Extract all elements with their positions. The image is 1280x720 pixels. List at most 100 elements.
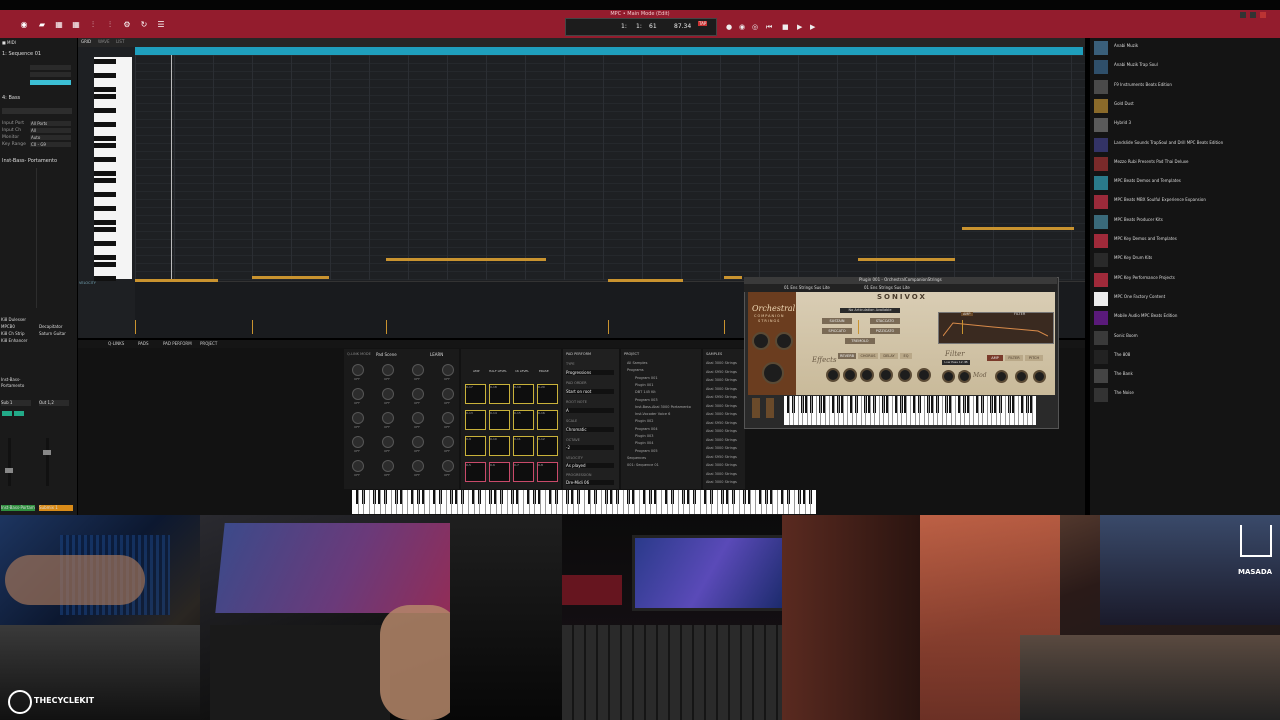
lfo-amp-tab[interactable]: AMP xyxy=(987,355,1003,361)
midi-note[interactable] xyxy=(135,279,218,282)
pad-header-2[interactable]: 16 LEVEL xyxy=(515,369,529,373)
insert-1[interactable]: Saturn Guitar xyxy=(39,331,75,337)
pad-header-1[interactable]: HALF LEVEL xyxy=(489,369,507,373)
order-select[interactable]: Start on root xyxy=(566,389,614,394)
black-key[interactable] xyxy=(94,157,116,162)
tab-wave[interactable]: WAVE xyxy=(98,39,109,44)
fader-track-1[interactable] xyxy=(5,438,13,486)
expansion-item[interactable]: Sonic Boom xyxy=(1094,330,1274,349)
art-pizzicato[interactable]: PIZZICATO xyxy=(870,328,900,334)
black-key[interactable] xyxy=(94,59,116,64)
expansion-item[interactable]: Mobile Audio MPC Beats Edition xyxy=(1094,311,1274,329)
channel-1[interactable]: MPCB0 xyxy=(1,324,37,330)
expansion-item[interactable]: Landslide Sounds TrapSoul and Drill MPC … xyxy=(1094,137,1274,156)
art-sustain[interactable]: SUSTAIN xyxy=(822,318,852,324)
bpm-field[interactable] xyxy=(30,72,71,77)
black-key[interactable] xyxy=(94,220,116,225)
expansion-item[interactable]: MPC Key Performance Projects xyxy=(1094,272,1274,291)
filter-knob[interactable] xyxy=(958,370,971,383)
type-select[interactable]: Progressions xyxy=(566,370,614,375)
expansion-item[interactable]: Gold Dust xyxy=(1094,98,1274,117)
inspector-tab[interactable]: ■ MIDI xyxy=(2,40,16,45)
filter-knob[interactable] xyxy=(942,370,955,383)
tab-grid[interactable]: GRID xyxy=(81,39,91,44)
qlink-knob[interactable] xyxy=(382,364,394,376)
qlink-knob[interactable] xyxy=(442,436,454,448)
mod-wheel[interactable] xyxy=(766,398,774,418)
sample-item[interactable]: Akai 3000 Strings xyxy=(706,387,737,391)
sequence-name[interactable]: 1: Sequence 01 xyxy=(2,51,41,57)
project-item[interactable]: Programs xyxy=(627,368,644,372)
qlink-knob[interactable] xyxy=(352,388,364,400)
midi-note[interactable] xyxy=(608,279,683,282)
project-item[interactable]: DBT 145 Kit xyxy=(635,390,656,394)
sample-item[interactable]: Akai S950 Strings xyxy=(706,421,737,425)
sample-item[interactable]: Akai 3000 Strings xyxy=(706,472,737,476)
project-item[interactable]: Inst-Bass-Akai 3000 Portamento xyxy=(635,405,691,409)
sample-item[interactable]: Akai 3000 Strings xyxy=(706,378,737,382)
timeline-ruler[interactable] xyxy=(135,47,1083,55)
play-start-button[interactable]: ▶ xyxy=(810,23,815,31)
qlink-knob[interactable] xyxy=(442,388,454,400)
qlink-knob[interactable] xyxy=(352,436,364,448)
black-key[interactable] xyxy=(94,206,116,211)
black-key[interactable] xyxy=(94,255,116,260)
record-button[interactable]: ● xyxy=(726,23,732,31)
sample-item[interactable]: Akai S950 Strings xyxy=(706,370,737,374)
tap-button[interactable]: TAP xyxy=(698,21,708,26)
stop-button[interactable]: ■ xyxy=(782,23,789,31)
expansion-item[interactable]: Hybrid 3 xyxy=(1094,118,1274,136)
project-item[interactable]: Program 001 xyxy=(635,376,658,380)
time-field[interactable] xyxy=(30,80,71,85)
solo-button[interactable] xyxy=(14,411,24,416)
bottom-tag-0[interactable]: Inst-Bass-Portam xyxy=(1,505,35,511)
velocity-bar[interactable] xyxy=(858,320,859,334)
expansion-item[interactable]: The Noise xyxy=(1094,388,1274,406)
sample-item[interactable]: Akai 3000 Strings xyxy=(706,438,737,442)
mute-button[interactable] xyxy=(2,411,12,416)
sample-item[interactable]: Akai 3000 Strings xyxy=(706,429,737,433)
project-item[interactable]: Sequences xyxy=(627,456,646,460)
project-item[interactable]: Plugin 001 xyxy=(635,383,654,387)
drum-pad[interactable]: 0-18 xyxy=(489,384,510,404)
sample-item[interactable]: Akai 3000 Strings xyxy=(706,463,737,467)
qlink-knob[interactable] xyxy=(412,460,424,472)
black-key[interactable] xyxy=(94,94,116,99)
qlink-knob[interactable] xyxy=(442,364,454,376)
field-value-2[interactable]: Auto xyxy=(30,135,71,140)
fx-reverb[interactable]: REVERB xyxy=(838,353,856,359)
tab-project[interactable]: PROJECT xyxy=(200,341,217,346)
fx-delay[interactable]: DELAY xyxy=(880,353,898,359)
effect-knob[interactable] xyxy=(917,368,931,382)
project-item[interactable]: Plugin 003 xyxy=(635,434,654,438)
effect-knob[interactable] xyxy=(860,368,874,382)
loop-button[interactable]: ◎ xyxy=(752,23,758,31)
play-button[interactable]: ▶ xyxy=(797,23,802,31)
qlink-knob[interactable] xyxy=(382,460,394,472)
project-item[interactable]: Program 003 xyxy=(635,398,658,402)
filter-knob[interactable] xyxy=(995,370,1008,383)
channel-0[interactable]: Ki8 Dulesser xyxy=(1,317,37,323)
expansion-item[interactable]: MPC Beats Producer Kits xyxy=(1094,214,1274,233)
project-item[interactable]: Inst-Vocoder Voice 6 xyxy=(635,412,670,416)
minimize-button[interactable] xyxy=(1240,12,1246,18)
velocity-select[interactable]: As played xyxy=(566,463,614,468)
close-button[interactable] xyxy=(1260,12,1266,18)
drum-pad[interactable]: 0-16 xyxy=(537,410,558,430)
field-value-1[interactable]: All xyxy=(30,128,71,133)
drum-pad[interactable]: 0-17 xyxy=(465,384,486,404)
velocity-bar[interactable] xyxy=(135,320,136,334)
settings-icon[interactable]: ⚙ xyxy=(123,21,131,29)
drum-pad[interactable]: 0-13 xyxy=(465,410,486,430)
project-item[interactable]: Plugin 002 xyxy=(635,419,654,423)
midi-note[interactable] xyxy=(962,227,1074,230)
lfo-filter-tab[interactable]: FILTER xyxy=(1005,355,1023,361)
overdub-button[interactable]: ◉ xyxy=(739,23,745,31)
qlink-knob[interactable] xyxy=(412,364,424,376)
qlink-knob[interactable] xyxy=(442,412,454,424)
qlink-knob[interactable] xyxy=(442,460,454,472)
drum-pad[interactable]: 0-8 xyxy=(537,462,558,482)
out-1[interactable]: Out 1,2 xyxy=(39,400,69,406)
midi-note[interactable] xyxy=(386,258,546,261)
qlink-knob[interactable] xyxy=(352,460,364,472)
